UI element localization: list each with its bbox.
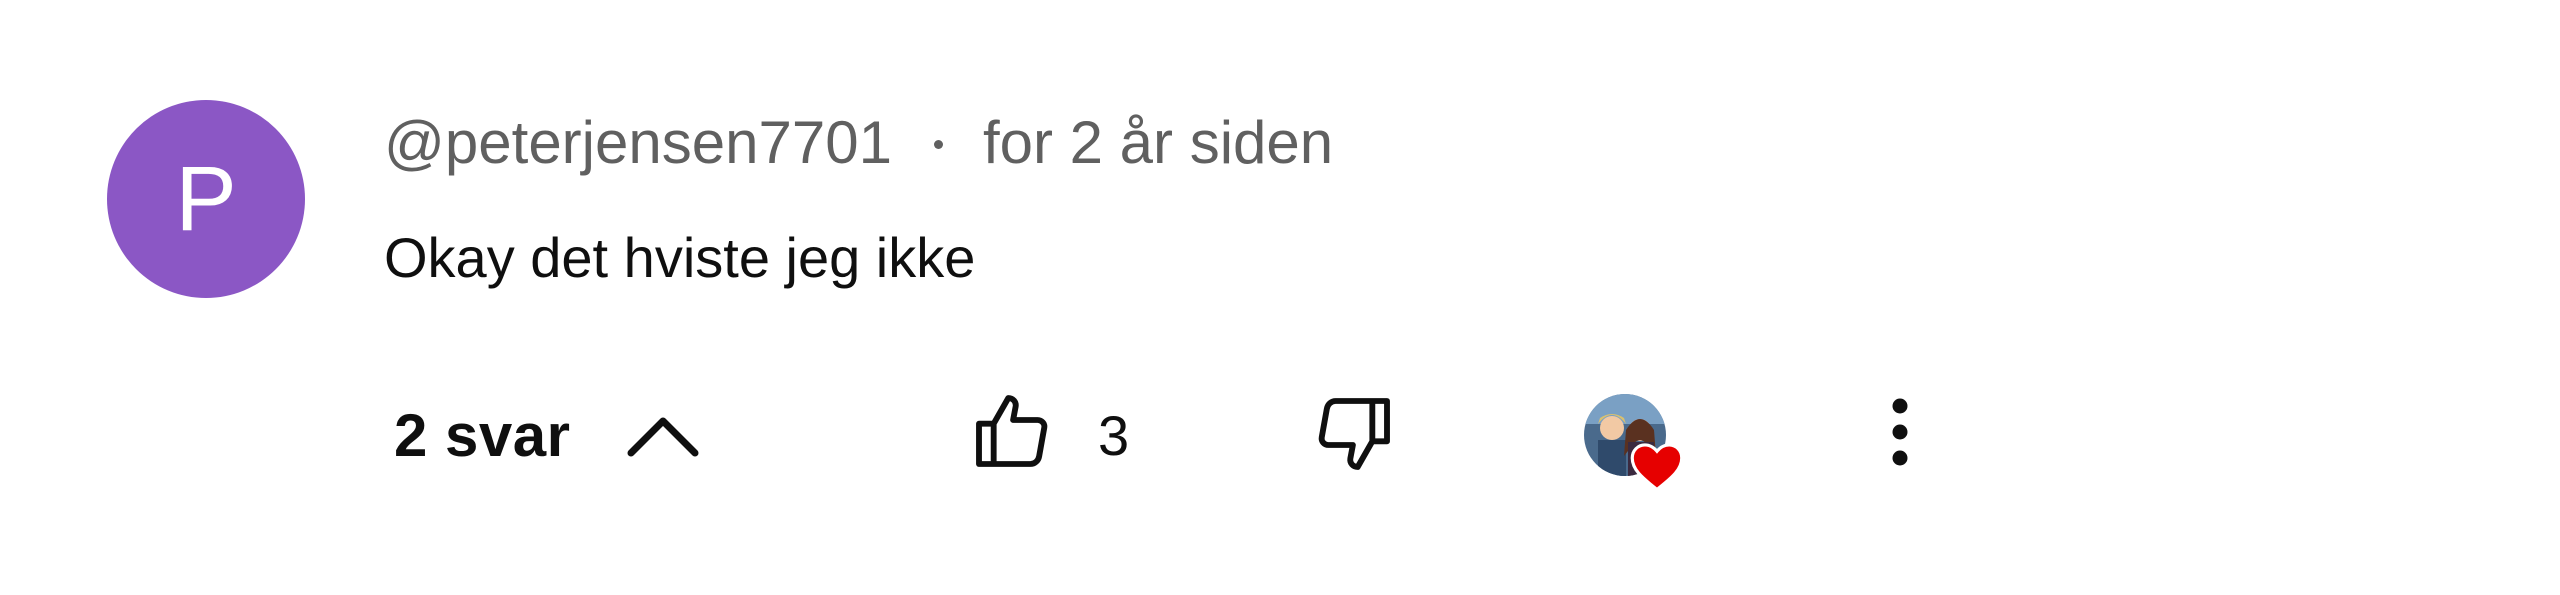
- chevron-up-icon: [627, 399, 699, 471]
- creator-heart-badge: [1580, 390, 1692, 502]
- comment-text: Okay det hviste jeg ikke: [384, 226, 976, 289]
- avatar-letter: P: [175, 148, 237, 250]
- more-actions-button[interactable]: [1870, 386, 1930, 482]
- thumbs-down-icon: [1310, 390, 1398, 483]
- comment-thread: P @peterjensen7701 for 2 år siden Okay d…: [0, 0, 2560, 595]
- like-count: 3: [1098, 404, 1130, 467]
- dislike-button[interactable]: [1306, 388, 1402, 484]
- avatar[interactable]: P: [107, 100, 305, 298]
- comment-header: @peterjensen7701 for 2 år siden: [384, 106, 1333, 178]
- more-vert-icon: [1890, 396, 1910, 473]
- replies-toggle-button[interactable]: 2 svar: [394, 380, 699, 490]
- comment-timestamp[interactable]: for 2 år siden: [983, 108, 1333, 177]
- like-button[interactable]: [964, 385, 1060, 481]
- heart-icon: [1630, 442, 1684, 492]
- replies-label: 2 svar: [394, 401, 571, 469]
- thumbs-up-icon: [968, 387, 1056, 480]
- author-handle[interactable]: @peterjensen7701: [384, 108, 892, 177]
- separator-dot: [933, 139, 943, 149]
